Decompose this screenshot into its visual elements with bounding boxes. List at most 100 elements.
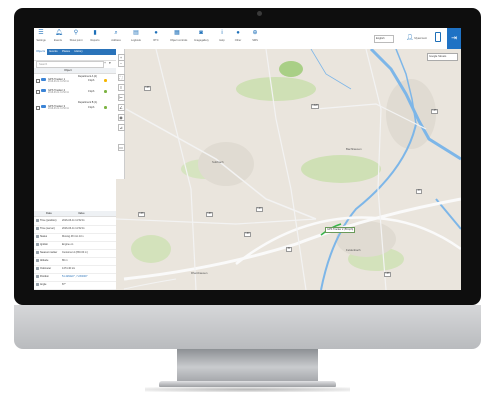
ruler-icon[interactable]: ⊢ — [117, 94, 125, 101]
objects-list-header: Object — [34, 68, 116, 74]
toolbar-reports[interactable]: ▮ Reports — [88, 30, 102, 42]
top-toolbar: ☰ Settings 🔔︎ Events ⚲ Show point ▮ Reports … — [34, 28, 461, 50]
add-icon[interactable]: + — [104, 61, 106, 65]
book-icon: ▤ — [133, 30, 139, 36]
marker-tool-icon[interactable]: ◉ — [117, 114, 125, 121]
object-column-header: Object — [64, 69, 72, 72]
detail-value: 1474.40 km — [62, 267, 76, 270]
road-label: A1 — [286, 247, 292, 252]
marker-icon — [36, 251, 39, 254]
webcam — [257, 11, 262, 16]
place-label: Bachhausen — [346, 147, 362, 151]
toolbar-imagegallery[interactable]: ◙ Imagegallery — [194, 30, 209, 42]
place-label: Feldenbach — [346, 248, 361, 252]
detail-key: Angle — [40, 283, 47, 286]
language-select[interactable]: English — [374, 35, 394, 43]
mobile-icon[interactable] — [435, 32, 441, 42]
angle-icon — [36, 283, 39, 286]
calendar-icon: ▦ — [174, 30, 180, 36]
detail-value: 2016-03-11 11:52:11 — [62, 219, 85, 222]
place-label: Sulzbach — [212, 160, 224, 164]
status-dot-icon — [104, 106, 107, 109]
status-dot-icon — [104, 90, 107, 93]
object-row[interactable]: GPS Tracker 2 2016-03-11 11:52:11 0 kph — [34, 89, 116, 98]
road-label: L36 — [144, 86, 152, 91]
map-canvas — [116, 49, 461, 290]
group-label: Department B (1) — [78, 101, 98, 104]
road-label: L23 — [256, 207, 264, 212]
search-icon: ⌕ — [114, 30, 118, 36]
road-label: L328 — [311, 104, 320, 109]
toolbar-object-controls[interactable]: ▦ Object controls — [170, 30, 187, 42]
map-view[interactable]: + − ⛶ ≡ ⊢ ∠ ◉ ⊿ ▭ Google Streets Sulzbac… — [116, 49, 461, 290]
toolbar-settings[interactable]: ☰ Settings — [34, 30, 48, 42]
object-speed: 0 kph — [88, 79, 95, 82]
road-label: L35 — [431, 109, 439, 114]
detail-key: Odometer — [40, 267, 52, 270]
map-pin-icon: ⚲ — [73, 30, 79, 36]
monitor-stand — [177, 349, 318, 382]
status-dot-icon — [104, 79, 107, 82]
print-icon[interactable]: ▭ — [117, 144, 125, 151]
car-icon — [41, 89, 46, 93]
user-name: Myaccount — [414, 37, 427, 40]
hamburger-icon: ☰ — [38, 30, 44, 36]
logout-button[interactable]: ⇥ — [447, 28, 461, 49]
monitor-chin — [14, 305, 481, 349]
zoom-out-button[interactable]: − — [117, 60, 125, 67]
monitor-shadow — [145, 387, 350, 392]
route-tool-icon[interactable]: ⊿ — [117, 124, 125, 131]
position-link[interactable]: 51.426222°, 7.230000° — [62, 275, 88, 278]
detail-key: Time (position) — [40, 219, 57, 222]
fit-icon[interactable]: ⛶ — [117, 74, 125, 81]
car-icon — [41, 78, 46, 82]
user-account[interactable]: 👤︎ Myaccount — [406, 34, 427, 41]
detail-key: Altitude — [40, 259, 49, 262]
toolbar-other[interactable]: ● Other — [231, 30, 245, 42]
clock-icon — [36, 227, 39, 230]
object-time: 2016-03-11 11:52:11 — [48, 92, 69, 94]
toolbar-sms[interactable]: ⊕ SMS — [248, 30, 262, 42]
odometer-icon — [36, 267, 39, 270]
detail-key: Position — [40, 275, 49, 278]
search-input[interactable]: Search — [36, 61, 104, 68]
road-label: A3 — [416, 189, 422, 194]
measure-icon[interactable]: ∠ — [117, 104, 125, 111]
object-speed: 0 kph — [88, 106, 95, 109]
position-icon — [36, 275, 39, 278]
toolbar-rtc[interactable]: ● RTC — [149, 30, 163, 42]
chat-icon: ● — [154, 30, 158, 36]
sms-icon: ⊕ — [252, 30, 258, 36]
detail-value: 2016-03-11 11:52:11 — [62, 227, 85, 230]
object-row[interactable]: GPS Tracker 3 2016-03-11 11:52:11 0 kph — [34, 105, 116, 114]
chart-icon: ▮ — [93, 30, 97, 36]
place-label: Rheinhausen — [191, 271, 208, 275]
visibility-checkbox[interactable] — [36, 105, 41, 110]
detail-value: Moving 48 min 10 s — [62, 235, 84, 238]
key-icon — [36, 243, 39, 246]
toolbar-help[interactable]: i Help — [215, 30, 229, 42]
detail-key: Nearest marker — [40, 251, 58, 254]
detail-value: Engine on — [62, 243, 74, 246]
filter-icon[interactable]: ▾ — [109, 61, 111, 65]
car-icon — [41, 105, 46, 109]
user-icon: 👤︎ — [406, 35, 414, 41]
toolbar-events[interactable]: 🔔︎ Events — [51, 30, 65, 42]
detail-key: Status — [40, 235, 48, 238]
detail-value: 86 m — [62, 259, 68, 262]
road-label: L36 — [138, 212, 146, 217]
left-panel: Objects Events Places History Search + ▾… — [34, 49, 117, 290]
detail-row: Angle 87° — [34, 281, 116, 290]
toolbar-logbook[interactable]: ▤ Logbook — [129, 30, 143, 42]
logout-icon: ⇥ — [451, 35, 457, 42]
toolbar-show-point[interactable]: ⚲ Show point — [69, 30, 83, 42]
map-layer-select[interactable]: Google Streets — [427, 53, 458, 61]
visibility-checkbox[interactable] — [36, 89, 41, 94]
camera-icon: ◙ — [199, 30, 203, 36]
layers-icon[interactable]: ≡ — [117, 84, 125, 91]
vehicle-marker-label[interactable]: GPS Tracker 2 (59 kph) — [325, 227, 356, 233]
visibility-checkbox[interactable] — [36, 78, 41, 83]
toolbar-address[interactable]: ⌕ Address — [109, 30, 123, 42]
road-label: L36 — [384, 272, 392, 277]
object-row[interactable]: GPS Tracker 1 2016-03-11 11:52:11 0 kph — [34, 78, 116, 87]
